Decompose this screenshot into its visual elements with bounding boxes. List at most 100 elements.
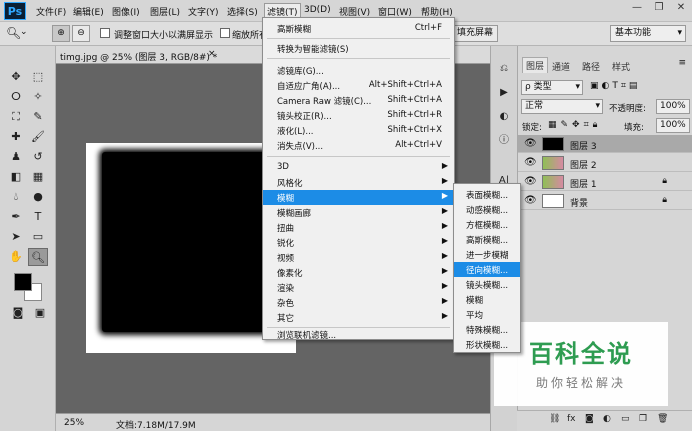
actions-play-icon[interactable]: ▶ (495, 84, 513, 101)
zoom-all-checkbox[interactable] (220, 28, 230, 38)
submenu-item-average[interactable]: 平均 (454, 307, 520, 322)
layer-row[interactable]: 👁︎ 图层 3 (518, 135, 692, 153)
zoom-tool-icon[interactable]: 🔍︎ (6, 26, 21, 40)
menu-file[interactable]: 文件(F) (36, 5, 66, 18)
chevron-down-icon[interactable]: ⌄ (20, 27, 28, 37)
filter-icons[interactable]: ▣◐T⌗▤ (590, 81, 640, 91)
resize-window-checkbox[interactable] (100, 28, 110, 38)
menu-item-vanishing-point[interactable]: 消失点(V)... Alt+Ctrl+V (263, 138, 454, 153)
link-layers-icon[interactable]: ⛓ (549, 414, 560, 424)
move-tool-icon[interactable]: ✥ (6, 68, 26, 86)
menu-item-blur[interactable]: 模糊 ▶ (263, 190, 454, 205)
menu-item-render[interactable]: 渲染 ▶ (263, 280, 454, 295)
lasso-tool-icon[interactable]: ⵔ (6, 88, 26, 106)
lock-icons[interactable]: ▦✎✥⌗🔒︎ (548, 120, 601, 130)
type-tool-icon[interactable]: T (28, 208, 48, 226)
layer-style-icon[interactable]: fx (567, 414, 576, 424)
menu-item-browse-online[interactable]: 浏览联机滤镜... (263, 327, 454, 342)
opacity-input[interactable]: 100% (656, 99, 690, 114)
add-mask-icon[interactable]: ◙ (585, 414, 594, 424)
eye-icon[interactable]: 👁︎ (524, 176, 537, 188)
menu-edit[interactable]: 编辑(E) (73, 5, 104, 18)
eyedropper-icon[interactable]: ✎ (28, 108, 48, 126)
menu-image[interactable]: 图像(I) (112, 5, 140, 18)
menu-3d[interactable]: 3D(D) (304, 5, 331, 15)
tab-styles[interactable]: 样式 (612, 60, 630, 73)
menu-item-camera-raw[interactable]: Camera Raw 滤镜(C)... Shift+Ctrl+A (263, 93, 454, 108)
submenu-item-blur[interactable]: 模糊 (454, 292, 520, 307)
info-panel-icon[interactable]: ⓘ (495, 132, 513, 149)
layer-row[interactable]: 👁︎ 图层 1 🔒︎ (518, 173, 692, 191)
hand-tool-icon[interactable]: ✋ (6, 248, 26, 266)
eye-icon[interactable]: 👁︎ (524, 138, 537, 150)
menu-item-sharpen[interactable]: 锐化 ▶ (263, 235, 454, 250)
tab-paths[interactable]: 路径 (582, 60, 600, 73)
blend-mode-select[interactable]: 正常 ▾ (521, 99, 603, 114)
menu-item-stylize[interactable]: 风格化 ▶ (263, 175, 454, 190)
menu-item-other[interactable]: 其它 ▶ (263, 310, 454, 325)
menu-item-noise[interactable]: 杂色 ▶ (263, 295, 454, 310)
healing-brush-icon[interactable]: ✚ (6, 128, 26, 146)
eye-icon[interactable]: 👁︎ (524, 195, 537, 207)
zoom-out-icon[interactable]: ⊖ (72, 25, 90, 42)
adjustment-layer-icon[interactable]: ◐ (603, 414, 611, 424)
layer-kind-filter[interactable]: ρ 类型 ▾ (521, 80, 583, 95)
panel-menu-icon[interactable]: ≡ (678, 58, 686, 68)
quick-mask-icon[interactable]: ◙ (8, 304, 28, 322)
fill-input[interactable]: 100% (656, 118, 690, 133)
menu-layer[interactable]: 图层(L) (150, 5, 180, 18)
history-panel-icon[interactable]: ⎌ (495, 60, 513, 77)
new-layer-icon[interactable]: ❐ (639, 414, 647, 424)
brush-tool-icon[interactable]: 🖌︎ (28, 128, 48, 146)
submenu-item-radial-blur[interactable]: 径向模糊... (454, 262, 520, 277)
submenu-item-motion-blur[interactable]: 动感模糊... (454, 202, 520, 217)
gradient-tool-icon[interactable]: ▦ (28, 168, 48, 186)
submenu-item-shape-blur[interactable]: 形状模糊... (454, 337, 520, 352)
submenu-item-surface-blur[interactable]: 表面模糊... (454, 187, 520, 202)
submenu-item-blur-more[interactable]: 进一步模糊 (454, 247, 520, 262)
shape-tool-icon[interactable]: ▭ (28, 228, 48, 246)
menu-item-pixelate[interactable]: 像素化 ▶ (263, 265, 454, 280)
path-select-icon[interactable]: ➤ (6, 228, 26, 246)
close-icon[interactable]: ✕ (670, 0, 692, 16)
new-group-icon[interactable]: ▭ (621, 414, 630, 424)
menu-item-liquify[interactable]: 液化(L)... Shift+Ctrl+X (263, 123, 454, 138)
marquee-tool-icon[interactable]: ⬚ (28, 68, 48, 86)
pen-tool-icon[interactable]: ✒ (6, 208, 26, 226)
restore-icon[interactable]: ❐ (648, 0, 670, 16)
properties-icon[interactable]: ◐ (495, 108, 513, 125)
layer-row[interactable]: 👁︎ 图层 2 (518, 154, 692, 172)
crop-tool-icon[interactable]: ⛶ (6, 108, 26, 126)
menu-item-smart-filter[interactable]: 转换为智能滤镜(S) (263, 41, 454, 56)
foreground-color-swatch[interactable] (14, 273, 32, 291)
eraser-icon[interactable]: ◧ (6, 168, 26, 186)
zoom-level[interactable]: 25% (64, 418, 84, 428)
eye-icon[interactable]: 👁︎ (524, 157, 537, 169)
menu-item-3d[interactable]: 3D ▶ (263, 160, 454, 175)
minimize-icon[interactable]: — (626, 0, 648, 16)
dodge-tool-icon[interactable]: ● (28, 188, 48, 206)
submenu-item-lens-blur[interactable]: 镜头模糊... (454, 277, 520, 292)
fill-screen-button[interactable]: 填充屏幕 (452, 25, 498, 42)
menu-item-last-filter[interactable]: 高斯模糊 Ctrl+F (263, 21, 454, 36)
zoom-in-icon[interactable]: ⊕ (52, 25, 70, 42)
menu-item-filter-gallery[interactable]: 滤镜库(G)... (263, 63, 454, 78)
tab-layers[interactable]: 图层 (522, 57, 549, 73)
blur-tool-icon[interactable]: 💧︎ (6, 188, 26, 206)
layer-row[interactable]: 👁︎ 背景 🔒︎ (518, 192, 692, 210)
delete-layer-icon[interactable]: 🗑︎ (657, 414, 668, 424)
menu-item-adaptive-wide-angle[interactable]: 自适应广角(A)... Alt+Shift+Ctrl+A (263, 78, 454, 93)
menu-item-lens-correction[interactable]: 镜头校正(R)... Shift+Ctrl+R (263, 108, 454, 123)
menu-item-distort[interactable]: 扭曲 ▶ (263, 220, 454, 235)
close-tab-icon[interactable]: × (208, 49, 216, 59)
menu-select[interactable]: 选择(S) (227, 5, 258, 18)
menu-type[interactable]: 文字(Y) (188, 5, 219, 18)
menu-item-video[interactable]: 视频 ▶ (263, 250, 454, 265)
history-brush-icon[interactable]: ↺ (28, 148, 48, 166)
workspace-select[interactable]: 基本功能 ▾ (610, 25, 686, 42)
magic-wand-icon[interactable]: ✧ (28, 88, 48, 106)
screen-mode-icon[interactable]: ▣ (30, 304, 50, 322)
zoom-tool-icon[interactable]: 🔍︎ (28, 248, 48, 266)
submenu-item-smart-blur[interactable]: 特殊模糊... (454, 322, 520, 337)
submenu-item-box-blur[interactable]: 方框模糊... (454, 217, 520, 232)
